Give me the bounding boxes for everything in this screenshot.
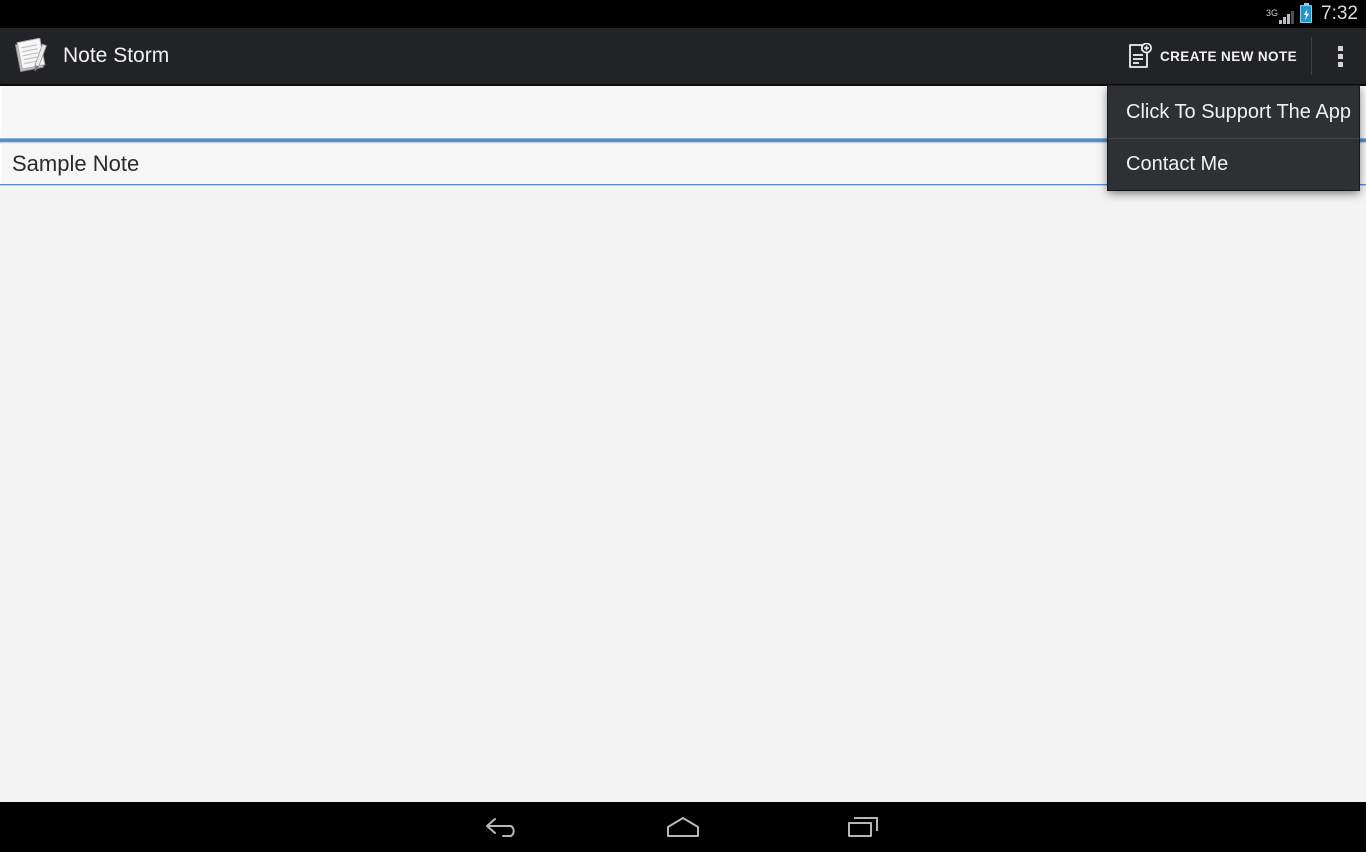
battery-charging-icon — [1300, 3, 1313, 23]
status-bar-right-cluster: 3G 7:32 — [1266, 3, 1358, 25]
menu-item-label: Click To Support The App — [1126, 100, 1351, 123]
status-bar: 3G 7:32 — [0, 0, 1366, 28]
menu-item-contact-me[interactable]: Contact Me — [1108, 138, 1359, 190]
overflow-menu-dots-icon[interactable] — [1314, 28, 1366, 84]
status-bar-clock: 7:32 — [1321, 3, 1358, 24]
app-title: Note Storm — [63, 44, 170, 67]
main-content: Sample Note — [0, 86, 1366, 802]
note-add-icon — [1126, 42, 1152, 69]
create-new-note-button[interactable]: CREATE NEW NOTE — [1116, 28, 1309, 84]
menu-item-support-app[interactable]: Click To Support The App — [1108, 86, 1359, 138]
action-bar-separator — [1311, 37, 1312, 75]
system-navigation-bar — [0, 802, 1366, 852]
action-bar-actions: CREATE NEW NOTE — [1116, 28, 1366, 84]
menu-item-label: Contact Me — [1126, 153, 1229, 175]
signal-indicator: 3G — [1266, 4, 1295, 24]
recent-apps-icon[interactable] — [833, 807, 893, 847]
action-bar: Note Storm CREATE NEW NOTE — [0, 28, 1366, 86]
overflow-dropdown-menu: Click To Support The App Contact Me — [1108, 86, 1359, 190]
create-new-note-label: CREATE NEW NOTE — [1160, 48, 1297, 64]
note-title: Sample Note — [12, 151, 140, 176]
notepad-pencil-logo-icon — [13, 37, 51, 74]
back-arrow-icon[interactable] — [473, 807, 533, 847]
lightning-bolt-glyph — [1303, 8, 1309, 20]
signal-bars-icon — [1279, 10, 1295, 24]
network-type-label: 3G — [1266, 8, 1279, 18]
home-icon[interactable] — [653, 807, 713, 847]
action-bar-branding: Note Storm — [0, 37, 170, 74]
